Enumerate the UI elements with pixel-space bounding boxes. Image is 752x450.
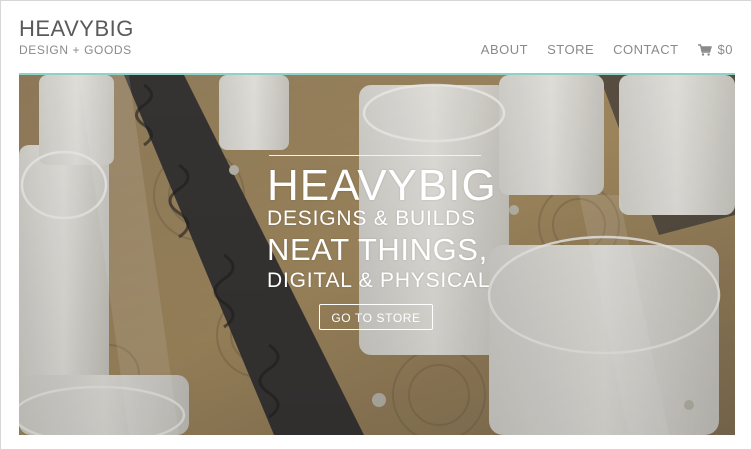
nav-about[interactable]: ABOUT — [481, 42, 528, 57]
nav-contact[interactable]: CONTACT — [613, 42, 678, 57]
hero-content: HEAVYBIG DESIGNS & BUILDS NEAT THINGS, D… — [19, 75, 735, 435]
go-to-store-button[interactable]: GO TO STORE — [319, 304, 433, 330]
hero-subtitle-line-2: NEAT THINGS, — [267, 232, 488, 267]
hero-title: HEAVYBIG — [267, 161, 497, 210]
cart-icon — [697, 43, 712, 56]
cart-amount: $0 — [717, 42, 733, 57]
brand-tagline: DESIGN + GOODS — [19, 43, 132, 57]
brand[interactable]: HEAVYBIG DESIGN + GOODS — [19, 17, 134, 58]
browser-frame: HEAVYBIG DESIGN + GOODS ABOUT STORE CONT… — [0, 0, 752, 450]
hero-subtitle-line-1: DESIGNS & BUILDS — [267, 207, 476, 230]
brand-name[interactable]: HEAVYBIG — [19, 17, 134, 41]
hero-divider — [269, 155, 481, 156]
hero-subtitle-line-3: DIGITAL & PHYSICAL — [267, 269, 491, 292]
main-nav: ABOUT STORE CONTACT $0 — [481, 42, 733, 57]
nav-store[interactable]: STORE — [547, 42, 594, 57]
hero-banner: HEAVYBIG DESIGNS & BUILDS NEAT THINGS, D… — [19, 73, 735, 435]
nav-cart[interactable]: $0 — [697, 42, 733, 57]
